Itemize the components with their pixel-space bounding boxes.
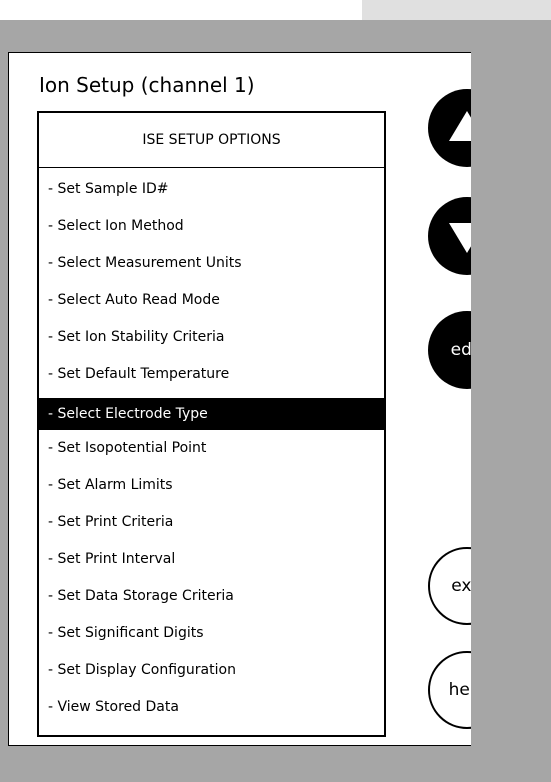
options-list: - Set Sample ID# - Select Ion Method - S… bbox=[39, 173, 384, 728]
screen-title: Ion Setup (channel 1) bbox=[39, 73, 255, 97]
options-box: ISE SETUP OPTIONS - Set Sample ID# - Sel… bbox=[37, 111, 386, 737]
option-set-data-storage-criteria[interactable]: - Set Data Storage Criteria bbox=[39, 580, 384, 617]
main-panel: Ion Setup (channel 1) ISE SETUP OPTIONS … bbox=[8, 52, 506, 746]
option-set-alarm-limits[interactable]: - Set Alarm Limits bbox=[39, 469, 384, 506]
option-set-significant-digits[interactable]: - Set Significant Digits bbox=[39, 617, 384, 654]
top-bar bbox=[0, 20, 551, 52]
options-header: ISE SETUP OPTIONS bbox=[39, 113, 384, 168]
option-set-isopotential-point[interactable]: - Set Isopotential Point bbox=[39, 432, 384, 469]
option-set-sample-id[interactable]: - Set Sample ID# bbox=[39, 173, 384, 210]
option-select-auto-read-mode[interactable]: - Select Auto Read Mode bbox=[39, 284, 384, 321]
option-select-electrode-type[interactable]: - Select Electrode Type bbox=[39, 398, 384, 430]
option-set-print-interval[interactable]: - Set Print Interval bbox=[39, 543, 384, 580]
option-set-ion-stability-criteria[interactable]: - Set Ion Stability Criteria bbox=[39, 321, 384, 358]
option-set-default-temperature[interactable]: - Set Default Temperature bbox=[39, 358, 384, 395]
option-view-stored-data[interactable]: - View Stored Data bbox=[39, 691, 384, 728]
bottom-bar bbox=[0, 758, 551, 782]
top-tab-decoration bbox=[362, 0, 551, 20]
option-set-display-configuration[interactable]: - Set Display Configuration bbox=[39, 654, 384, 691]
right-gray-strip bbox=[471, 52, 551, 746]
option-set-print-criteria[interactable]: - Set Print Criteria bbox=[39, 506, 384, 543]
option-select-measurement-units[interactable]: - Select Measurement Units bbox=[39, 247, 384, 284]
option-select-ion-method[interactable]: - Select Ion Method bbox=[39, 210, 384, 247]
